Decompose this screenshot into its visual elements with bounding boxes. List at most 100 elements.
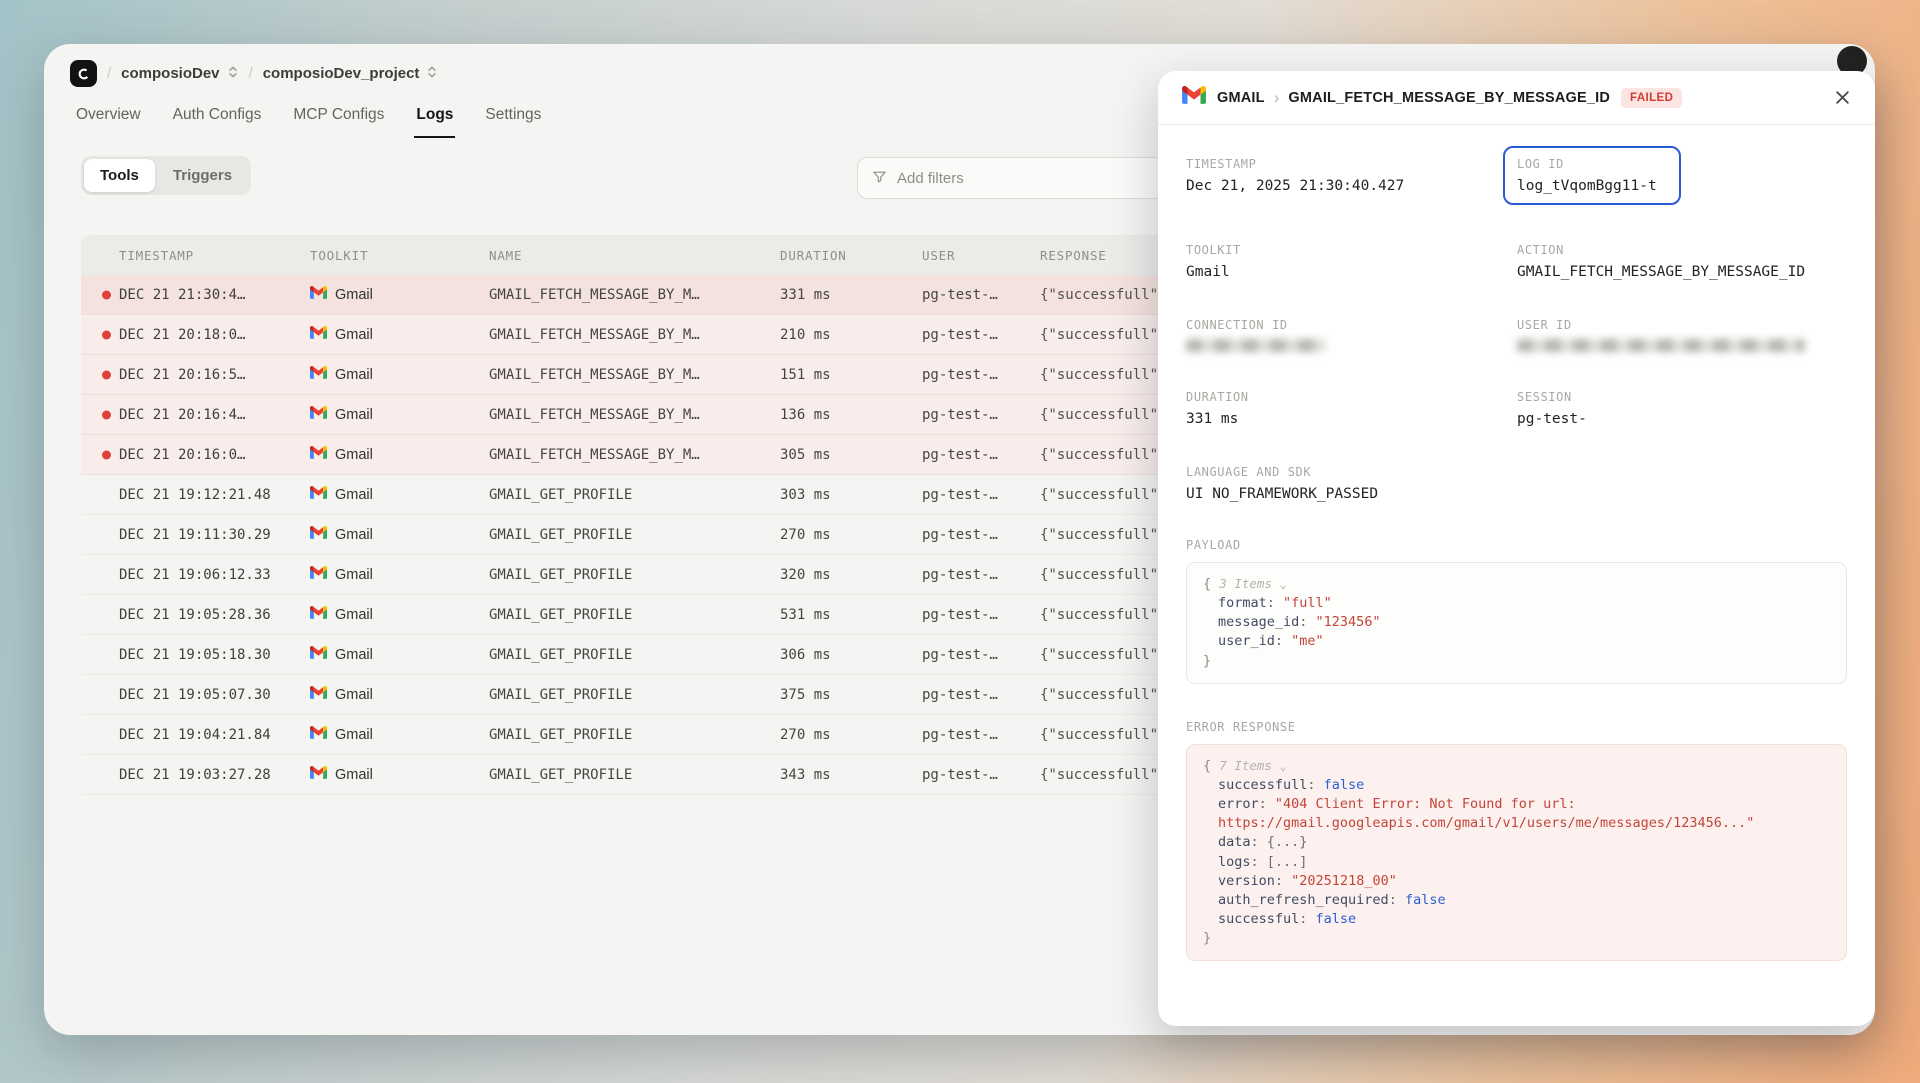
- cell-timestamp: DEC 21 19:06:12.33: [81, 567, 310, 583]
- cell-user: pg-test-…: [922, 487, 1040, 503]
- chevron-right-icon: ›: [1274, 88, 1280, 108]
- close-icon[interactable]: [1834, 89, 1851, 106]
- json-value: false: [1405, 892, 1446, 908]
- drawer-header: GMAIL › GMAIL_FETCH_MESSAGE_BY_MESSAGE_I…: [1158, 71, 1875, 125]
- cell-timestamp: DEC 21 19:05:07.30: [81, 687, 310, 703]
- collapse-chevron-icon[interactable]: ⌄: [1279, 577, 1286, 591]
- json-key: version: [1218, 873, 1275, 889]
- cell-name: GMAIL_GET_PROFILE: [489, 767, 780, 783]
- cell-toolkit: Gmail: [310, 486, 489, 503]
- cell-toolkit: Gmail: [310, 326, 489, 343]
- json-close-line: }: [1203, 652, 1830, 671]
- json-entry-user-id: user_id: "me": [1203, 632, 1830, 651]
- gmail-icon: [310, 446, 327, 463]
- field-session: SESSIONpg-test-: [1517, 390, 1847, 427]
- cell-name: GMAIL_FETCH_MESSAGE_BY_M…: [489, 327, 780, 343]
- field-label: LANGUAGE AND SDK: [1186, 465, 1847, 479]
- payload-json: { 3 Items ⌄ format: "full"message_id: "12…: [1186, 562, 1847, 684]
- cell-name: GMAIL_FETCH_MESSAGE_BY_M…: [489, 367, 780, 383]
- cell-duration: 270 ms: [780, 727, 922, 743]
- json-entry-message-id: message_id: "123456": [1203, 613, 1830, 632]
- gmail-icon: [310, 526, 327, 543]
- cell-name: GMAIL_GET_PROFILE: [489, 647, 780, 663]
- cell-duration: 270 ms: [780, 527, 922, 543]
- json-key: auth_refresh_required: [1218, 892, 1389, 908]
- column-header-toolkit: TOOLKIT: [310, 248, 489, 263]
- gmail-icon: [310, 646, 327, 663]
- toggle-triggers[interactable]: Triggers: [157, 159, 248, 192]
- json-colon: :: [1259, 796, 1275, 812]
- json-colon: :: [1307, 777, 1323, 793]
- collapse-chevron-icon[interactable]: ⌄: [1279, 759, 1286, 773]
- cell-toolkit: Gmail: [310, 766, 489, 783]
- cell-name: GMAIL_FETCH_MESSAGE_BY_M…: [489, 447, 780, 463]
- json-key: data: [1218, 834, 1251, 850]
- breadcrumb-project-label: composioDev_project: [263, 65, 420, 82]
- close-brace: }: [1203, 930, 1211, 946]
- json-entry-logs: logs: [...]: [1203, 853, 1830, 872]
- json-key: error: [1218, 796, 1259, 812]
- json-open-line: { 7 Items ⌄: [1203, 757, 1830, 776]
- cell-toolkit: Gmail: [310, 446, 489, 463]
- status-badge: FAILED: [1621, 88, 1682, 108]
- field-language-and-sdk: LANGUAGE AND SDKUI NO_FRAMEWORK_PASSED: [1186, 465, 1847, 502]
- breadcrumb-project[interactable]: composioDev_project: [263, 65, 439, 83]
- tab-mcp-configs[interactable]: MCP Configs: [291, 97, 386, 138]
- tab-logs[interactable]: Logs: [414, 97, 455, 138]
- field-label: TIMESTAMP: [1186, 157, 1517, 171]
- composio-logo[interactable]: [70, 60, 97, 87]
- tab-auth-configs[interactable]: Auth Configs: [171, 97, 264, 138]
- json-value: false: [1324, 777, 1365, 793]
- field-value: Dec 21, 2025 21:30:40.427: [1186, 178, 1517, 194]
- json-key: successfull: [1218, 777, 1307, 793]
- cell-timestamp: DEC 21 19:05:18.30: [81, 647, 310, 663]
- json-colon: :: [1275, 633, 1291, 649]
- cell-duration: 136 ms: [780, 407, 922, 423]
- breadcrumb-org-label: composioDev: [121, 65, 219, 82]
- tab-settings[interactable]: Settings: [483, 97, 543, 138]
- breadcrumb-org[interactable]: composioDev: [121, 65, 238, 83]
- json-value: "123456": [1316, 614, 1381, 630]
- filter-funnel-icon: [872, 169, 887, 188]
- column-header-name: NAME: [489, 248, 780, 263]
- drawer-action-name: GMAIL_FETCH_MESSAGE_BY_MESSAGE_ID: [1288, 90, 1610, 106]
- cell-name: GMAIL_FETCH_MESSAGE_BY_M…: [489, 407, 780, 423]
- json-key: user_id: [1218, 633, 1275, 649]
- json-value: false: [1316, 911, 1357, 927]
- cell-user: pg-test-…: [922, 447, 1040, 463]
- cell-duration: 210 ms: [780, 327, 922, 343]
- cell-user: pg-test-…: [922, 287, 1040, 303]
- gmail-icon: [310, 286, 327, 303]
- cell-user: pg-test-…: [922, 367, 1040, 383]
- gmail-icon: [310, 766, 327, 783]
- field-label: DURATION: [1186, 390, 1517, 404]
- field-log-id: LOG IDlog_tVqomBgg11-t: [1517, 157, 1847, 205]
- cell-duration: 151 ms: [780, 367, 922, 383]
- open-brace: {: [1203, 576, 1219, 592]
- toggle-tools[interactable]: Tools: [84, 159, 155, 192]
- cell-name: GMAIL_GET_PROFILE: [489, 527, 780, 543]
- cell-toolkit: Gmail: [310, 686, 489, 703]
- field-toolkit: TOOLKITGmail: [1186, 243, 1517, 280]
- field-label: LOG ID: [1517, 157, 1667, 171]
- cell-duration: 306 ms: [780, 647, 922, 663]
- items-count: 3 Items: [1219, 576, 1279, 591]
- drawer-body: TIMESTAMP Dec 21, 2025 21:30:40.427LOG ID…: [1158, 125, 1875, 993]
- cell-timestamp: DEC 21 19:03:27.28: [81, 767, 310, 783]
- field-value: pg-test-: [1517, 411, 1847, 427]
- field-connection-id: CONNECTION ID: [1186, 318, 1517, 352]
- tab-overview[interactable]: Overview: [74, 97, 143, 138]
- column-header-user: USER: [922, 248, 1040, 263]
- json-entry-auth-refresh-required: auth_refresh_required: false: [1203, 891, 1830, 910]
- json-entry-format: format: "full": [1203, 594, 1830, 613]
- payload-section: PAYLOAD { 3 Items ⌄format: "full"message…: [1186, 538, 1847, 684]
- gmail-icon: [310, 486, 327, 503]
- log-detail-drawer: GMAIL › GMAIL_FETCH_MESSAGE_BY_MESSAGE_I…: [1158, 71, 1875, 1026]
- column-header-timestamp: TIMESTAMP: [81, 248, 310, 263]
- cell-name: GMAIL_GET_PROFILE: [489, 687, 780, 703]
- cell-duration: 531 ms: [780, 607, 922, 623]
- breadcrumb-separator: /: [107, 65, 111, 82]
- cell-name: GMAIL_GET_PROFILE: [489, 727, 780, 743]
- error-response-json: { 7 Items ⌄successfull: falseerror: "404…: [1186, 744, 1847, 962]
- cell-user: pg-test-…: [922, 767, 1040, 783]
